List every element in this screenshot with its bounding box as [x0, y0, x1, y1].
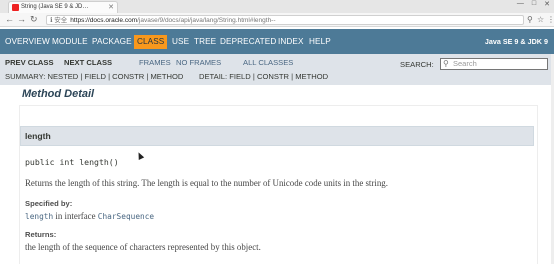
menu-icon[interactable]: ⋮ [547, 14, 554, 25]
section-title: Method Detail [22, 88, 95, 100]
reload-icon[interactable]: ↻ [30, 14, 38, 25]
nav-use[interactable]: USE [172, 37, 189, 47]
summary-links[interactable]: SUMMARY: NESTED | FIELD | CONSTR | METHO… [5, 72, 183, 82]
window-controls: — □ ✕ [517, 0, 550, 12]
specified-by-label: Specified by: [25, 199, 73, 208]
forward-icon[interactable]: → [17, 14, 26, 25]
nav-help[interactable]: HELP [309, 37, 331, 47]
search-input[interactable]: ⚲ Search [440, 58, 548, 70]
returns-label: Returns: [25, 230, 57, 239]
method-description: Returns the length of this string. The l… [25, 178, 388, 188]
method-signature: public int length() [25, 157, 119, 167]
url-host: https://docs.oracle.com [70, 17, 138, 24]
next-class-link[interactable]: NEXT CLASS [64, 58, 112, 68]
frames-link[interactable]: FRAMES [139, 58, 171, 68]
search-placeholder: Search [453, 59, 477, 68]
secure-indicator[interactable]: ℹ 安全 [50, 17, 67, 24]
method-header: length [20, 126, 534, 146]
zoom-icon[interactable]: ⚲ [527, 14, 533, 25]
url-path: /javase/9/docs/api/java/lang/String.html… [137, 17, 276, 24]
nav-tree[interactable]: TREE [194, 37, 216, 47]
tab-title: String (Java SE 9 & JD… [21, 4, 89, 10]
back-icon[interactable]: ← [5, 14, 14, 25]
specified-in-text: in interface [53, 211, 98, 221]
returns-text: the length of the sequence of characters… [25, 242, 261, 252]
star-icon[interactable]: ☆ [537, 14, 544, 25]
search-label: SEARCH: [400, 60, 434, 69]
method-name: length [25, 131, 51, 141]
about-version: Java SE 9 & JDK 9 [484, 37, 548, 46]
sub-navigation-bar: PREV CLASS NEXT CLASS FRAMES NO FRAMES A… [0, 54, 554, 85]
url-input[interactable]: ℹ 安全 https://docs.oracle.com/javase/9/doc… [46, 15, 524, 25]
charsequence-link[interactable]: CharSequence [98, 212, 154, 221]
address-bar: ← → ↻ ℹ 安全 https://docs.oracle.com/javase… [0, 13, 554, 27]
nav-deprecated[interactable]: DEPRECATED [220, 37, 276, 47]
prev-class-link[interactable]: PREV CLASS [5, 58, 54, 68]
specified-method-link[interactable]: length [25, 212, 53, 221]
browser-tab-bar: String (Java SE 9 & JD… ✕ — □ ✕ [0, 0, 554, 13]
browser-tab[interactable]: String (Java SE 9 & JD… ✕ [8, 1, 118, 13]
nav-index[interactable]: INDEX [278, 37, 304, 47]
detail-links[interactable]: DETAIL: FIELD | CONSTR | METHOD [199, 72, 328, 82]
oracle-favicon-icon [12, 4, 19, 11]
close-icon[interactable]: ✕ [108, 3, 114, 11]
nav-module[interactable]: MODULE [52, 37, 88, 47]
maximize-icon[interactable]: □ [532, 0, 536, 12]
nav-class[interactable]: CLASS [134, 35, 168, 49]
top-navigation-bar: OVERVIEW MODULE PACKAGE CLASS USE TREE D… [0, 29, 554, 54]
specified-by-line: length in interface CharSequence [25, 211, 154, 221]
search-icon: ⚲ [443, 59, 449, 68]
minimize-icon[interactable]: — [517, 0, 524, 12]
nav-overview[interactable]: OVERVIEW [5, 37, 50, 47]
window-close-icon[interactable]: ✕ [544, 0, 550, 12]
all-classes-link[interactable]: ALL CLASSES [243, 58, 293, 68]
no-frames-link[interactable]: NO FRAMES [176, 58, 221, 68]
nav-package[interactable]: PACKAGE [92, 37, 132, 47]
